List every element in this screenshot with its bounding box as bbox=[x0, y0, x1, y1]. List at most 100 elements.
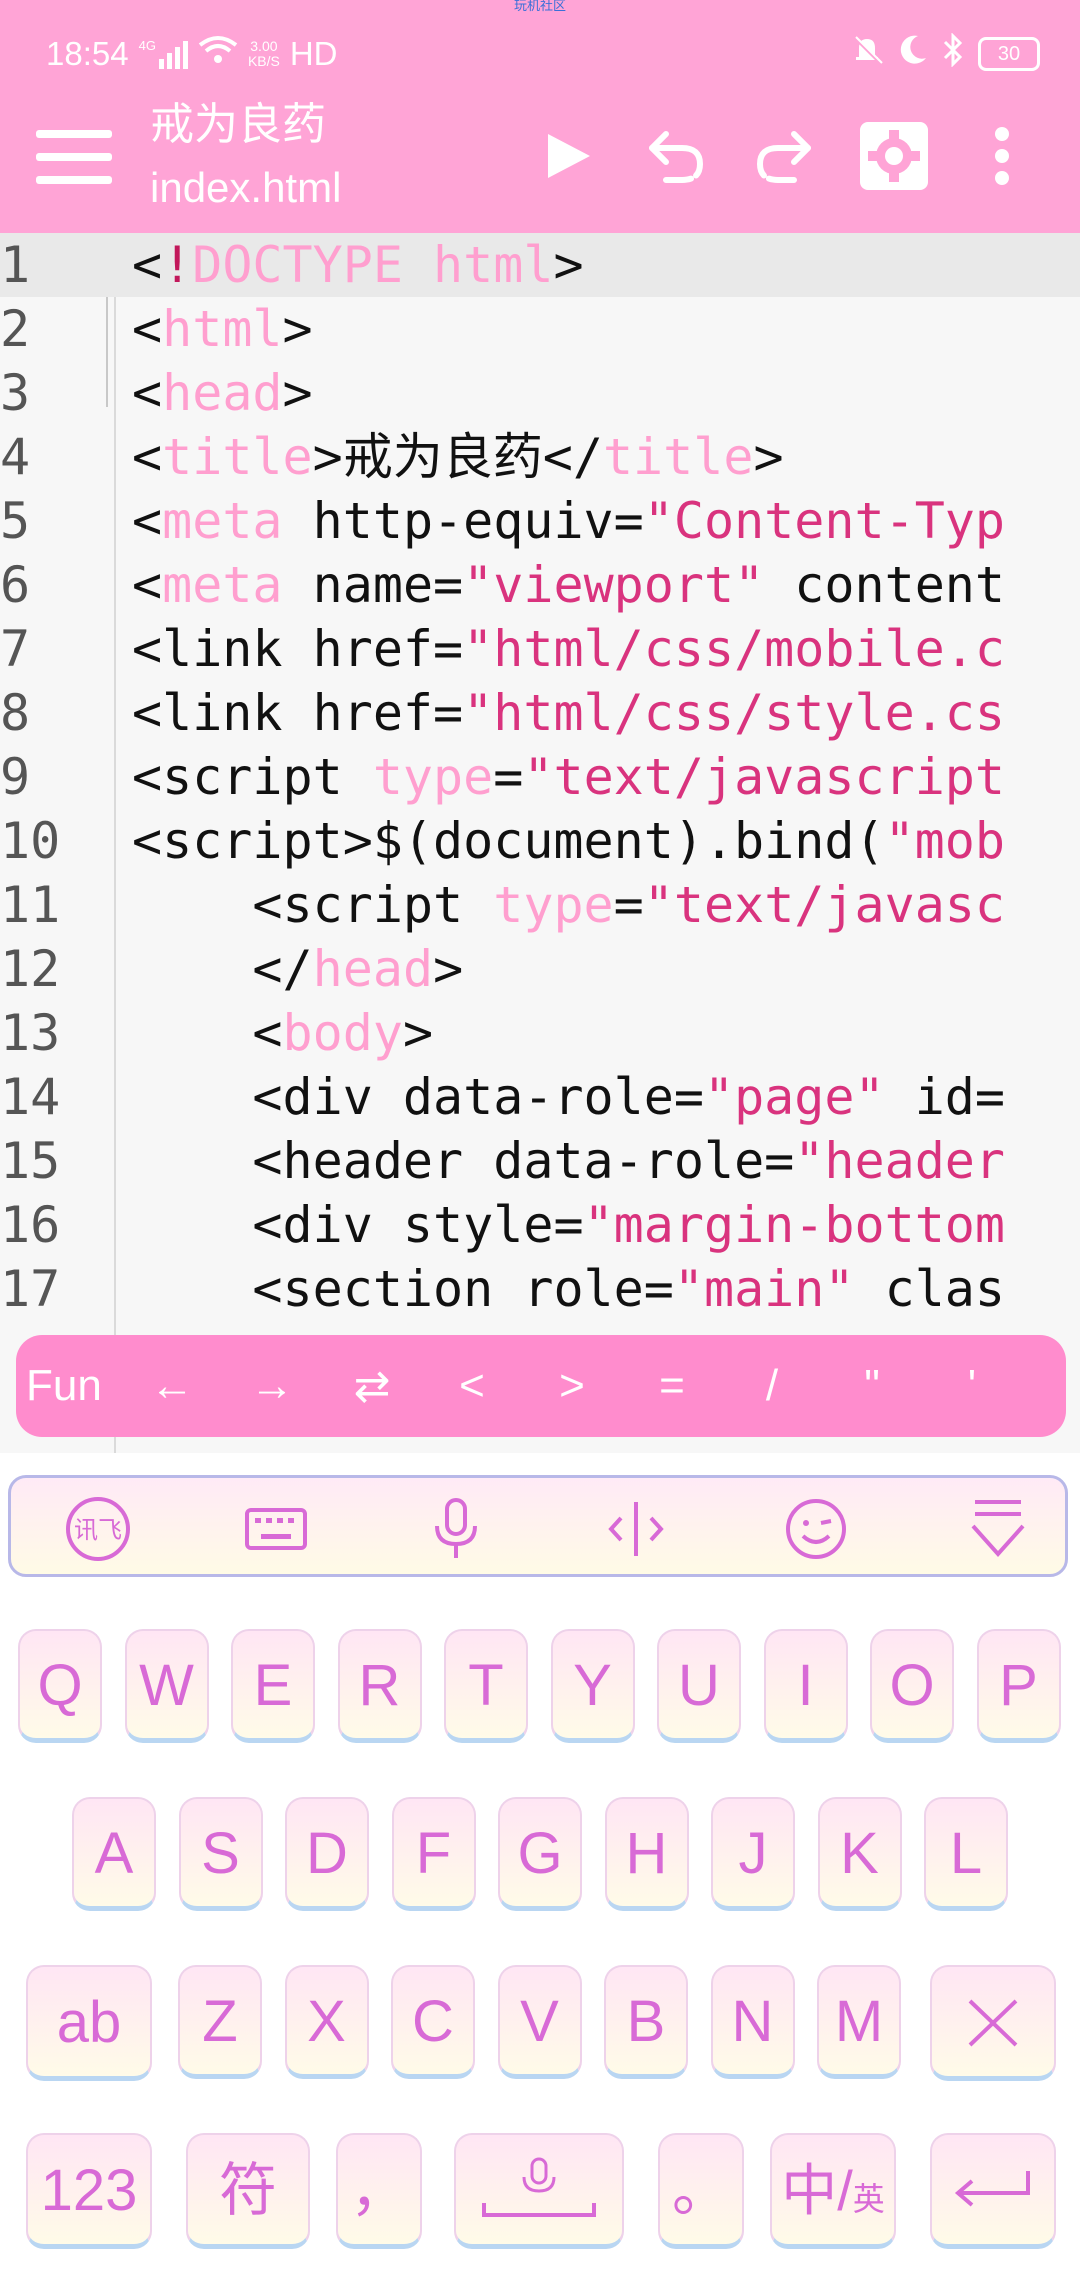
status-bar: 18:54 4G 3.00 KB/S HD 30 bbox=[46, 28, 1040, 80]
code-token: > bbox=[282, 364, 313, 422]
key-i[interactable]: I bbox=[763, 1629, 848, 1743]
code-line[interactable]: 12 </head> bbox=[0, 937, 1080, 1001]
key-n[interactable]: N bbox=[710, 1965, 795, 2079]
code-token: "Content-Typ bbox=[643, 492, 1005, 550]
code-line[interactable]: 11 <script type="text/javasc bbox=[0, 873, 1080, 937]
key-p[interactable]: P bbox=[976, 1629, 1061, 1743]
delete-key[interactable] bbox=[930, 1965, 1056, 2081]
key-m[interactable]: M bbox=[817, 1965, 901, 2079]
code-line[interactable]: 7 <link href="html/css/mobile.c bbox=[0, 617, 1080, 681]
key-w[interactable]: W bbox=[124, 1629, 209, 1743]
code-line[interactable]: 6 <meta name="viewport" content bbox=[0, 553, 1080, 617]
key-j[interactable]: J bbox=[711, 1797, 795, 1911]
key-h[interactable]: H bbox=[604, 1797, 689, 1911]
key-q[interactable]: Q bbox=[18, 1629, 102, 1743]
space-key[interactable] bbox=[454, 2133, 624, 2249]
line-number: 12 bbox=[0, 940, 61, 998]
function-key[interactable]: ← bbox=[122, 1361, 222, 1411]
file-name[interactable]: index.html bbox=[150, 164, 341, 212]
key-x[interactable]: X bbox=[284, 1965, 369, 2079]
code-line[interactable]: 1 <!DOCTYPE html> bbox=[0, 233, 1080, 297]
code-line[interactable]: 4 <title>戒为良药</title> bbox=[0, 425, 1080, 489]
code-token: "html/css/mobile.c bbox=[463, 620, 1005, 678]
key-t[interactable]: T bbox=[444, 1629, 528, 1743]
numbers-key[interactable]: 123 bbox=[26, 2133, 152, 2249]
key-l[interactable]: L bbox=[924, 1797, 1008, 1911]
code-line[interactable]: 9 <script type="text/javascript bbox=[0, 745, 1080, 809]
key-g[interactable]: G bbox=[498, 1797, 582, 1911]
code-token: <header data-role= bbox=[252, 1132, 795, 1190]
function-key[interactable]: ' bbox=[922, 1361, 1022, 1411]
fun-button[interactable]: Fun bbox=[16, 1361, 122, 1411]
code-line[interactable]: 2 <html> bbox=[0, 297, 1080, 361]
emoji-icon[interactable] bbox=[781, 1496, 851, 1562]
function-key[interactable]: " bbox=[822, 1361, 922, 1411]
code-token: 戒为良药 bbox=[342, 428, 543, 486]
collapse-keyboard-icon[interactable] bbox=[963, 1496, 1033, 1562]
code-line[interactable]: 17 <section role="main" clas bbox=[0, 1257, 1080, 1321]
key-a[interactable]: A bbox=[72, 1797, 156, 1911]
line-number: 7 bbox=[0, 620, 31, 678]
app-toolbar: 戒为良药 index.html bbox=[0, 80, 1080, 233]
code-text: <title>戒为良药</title> bbox=[132, 425, 784, 489]
key-b[interactable]: B bbox=[604, 1965, 688, 2079]
function-key[interactable]: > bbox=[522, 1361, 622, 1411]
ifly-logo-icon[interactable]: 讯飞 bbox=[63, 1496, 133, 1562]
code-token: < bbox=[132, 556, 163, 614]
key-s[interactable]: S bbox=[178, 1797, 263, 1911]
settings-icon[interactable] bbox=[858, 120, 930, 192]
code-line[interactable]: 3 <head> bbox=[0, 361, 1080, 425]
menu-icon[interactable] bbox=[36, 130, 112, 184]
key-r[interactable]: R bbox=[337, 1629, 422, 1743]
signal-icon: 4G bbox=[139, 39, 188, 69]
key-v[interactable]: V bbox=[497, 1965, 582, 2079]
key-z[interactable]: Z bbox=[178, 1965, 262, 2079]
code-line[interactable]: 15 <header data-role="header bbox=[0, 1129, 1080, 1193]
key-u[interactable]: U bbox=[657, 1629, 741, 1743]
enter-key[interactable] bbox=[930, 2133, 1056, 2249]
language-switch-key[interactable]: 中/英 bbox=[770, 2133, 896, 2249]
code-text: <meta http-equiv="Content-Typ bbox=[132, 489, 1005, 553]
code-editor[interactable]: 1 <!DOCTYPE html> 2 <html> 3 <head> 4 <title>戒为… bbox=[0, 233, 1080, 1453]
comma-key[interactable]: ， bbox=[336, 2133, 422, 2249]
code-line[interactable]: 8 <link href="html/css/style.cs bbox=[0, 681, 1080, 745]
code-token: <link href= bbox=[132, 620, 464, 678]
code-line[interactable]: 16 <div style="margin-bottom bbox=[0, 1193, 1080, 1257]
more-icon[interactable] bbox=[966, 120, 1038, 192]
key-y[interactable]: Y bbox=[550, 1629, 635, 1743]
function-key[interactable]: < bbox=[422, 1361, 522, 1411]
code-text: <body> bbox=[132, 1001, 433, 1065]
period-key[interactable]: 。 bbox=[658, 2133, 744, 2249]
key-d[interactable]: D bbox=[285, 1797, 369, 1911]
function-key[interactable]: / bbox=[722, 1361, 822, 1411]
function-key[interactable]: → bbox=[222, 1361, 322, 1411]
undo-icon[interactable] bbox=[640, 120, 712, 192]
function-key[interactable]: = bbox=[622, 1361, 722, 1411]
run-icon[interactable] bbox=[532, 120, 604, 192]
shift-key[interactable]: ab bbox=[26, 1965, 152, 2081]
code-line[interactable]: 14 <div data-role="page" id= bbox=[0, 1065, 1080, 1129]
key-o[interactable]: O bbox=[870, 1629, 954, 1743]
code-token: <div data-role= bbox=[252, 1068, 704, 1126]
keyboard-icon[interactable] bbox=[241, 1496, 311, 1562]
key-k[interactable]: K bbox=[817, 1797, 902, 1911]
function-key[interactable]: ⇄ bbox=[322, 1361, 422, 1412]
cursor-move-icon[interactable] bbox=[601, 1496, 671, 1562]
code-line[interactable]: 13 <body> bbox=[0, 1001, 1080, 1065]
code-line[interactable]: 10 <script>$(document).bind("mob bbox=[0, 809, 1080, 873]
line-number: 1 bbox=[0, 236, 31, 294]
symbols-key[interactable]: 符 bbox=[186, 2133, 310, 2249]
code-token: > bbox=[282, 300, 313, 358]
microphone-icon[interactable] bbox=[421, 1496, 491, 1562]
top-app-bar: 玩机社区 18:54 4G 3.00 KB/S HD 30 戒为良药 index… bbox=[0, 0, 1080, 233]
key-e[interactable]: E bbox=[231, 1629, 315, 1743]
key-c[interactable]: C bbox=[391, 1965, 475, 2079]
line-number: 16 bbox=[0, 1196, 61, 1254]
function-bar: Fun ← → ⇄ < > = / " ' bbox=[16, 1335, 1066, 1437]
code-token: head bbox=[312, 940, 434, 998]
redo-icon[interactable] bbox=[748, 120, 820, 192]
key-f[interactable]: F bbox=[391, 1797, 476, 1911]
code-line[interactable]: 5 <meta http-equiv="Content-Typ bbox=[0, 489, 1080, 553]
